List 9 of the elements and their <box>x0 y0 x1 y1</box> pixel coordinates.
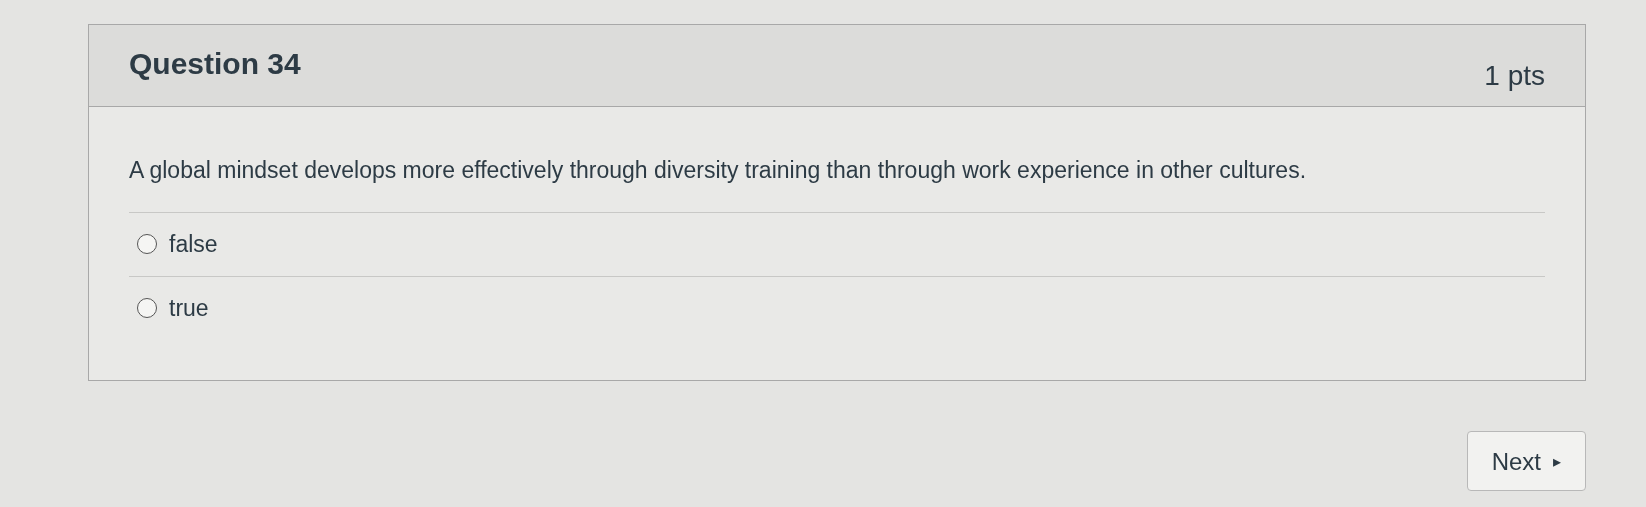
option-label: false <box>169 229 218 259</box>
next-button[interactable]: Next ▸ <box>1466 430 1586 491</box>
radio-button[interactable] <box>137 298 157 318</box>
points-label: 1 pts <box>1484 59 1545 93</box>
option-label: true <box>169 293 209 323</box>
radio-button[interactable] <box>137 234 157 254</box>
question-title: Question 34 <box>129 46 301 82</box>
question-text: A global mindset develops more effectively through diversity training than through work experience in other cultures. <box>129 156 1308 185</box>
caret-icon: ▸ <box>1553 449 1561 474</box>
